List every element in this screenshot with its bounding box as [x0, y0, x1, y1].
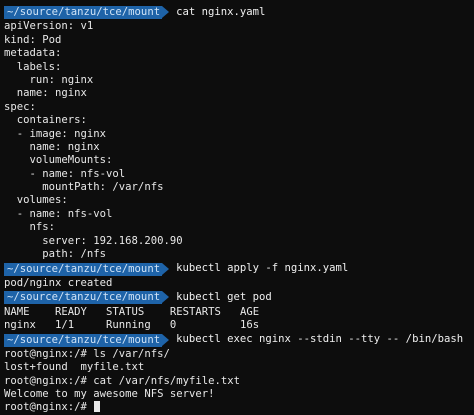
command-text: cat nginx.yaml	[176, 6, 266, 18]
table-row: nginx 1/1 Running 0 16s	[4, 318, 260, 331]
shell-prompt-text: root@nginx:/#	[4, 401, 94, 414]
output-line: spec:	[4, 100, 36, 113]
cursor	[94, 401, 101, 413]
output-line: kind: Pod	[4, 33, 62, 46]
shell-prompt-active[interactable]: root@nginx:/#	[4, 401, 474, 414]
output-line: - name: nfs-vol	[4, 167, 126, 180]
prompt-line-cat: ~/source/tanzu/tce/mount cat nginx.yaml	[4, 6, 474, 20]
shell-line: root@nginx:/# ls /var/nfs/	[4, 347, 170, 360]
prompt-path: ~/source/tanzu/tce/mount	[4, 262, 170, 276]
prompt-line-exec: ~/source/tanzu/tce/mount kubectl exec ng…	[4, 333, 474, 347]
output-line: volumes:	[4, 194, 68, 207]
table-header: NAME READY STATUS RESTARTS AGE	[4, 305, 260, 318]
output-line: containers:	[4, 114, 87, 127]
command-text: kubectl apply -f nginx.yaml	[176, 262, 349, 275]
shell-line: Welcome to my awesome NFS server!	[4, 387, 215, 400]
shell-line: lost+found myfile.txt	[4, 361, 145, 374]
output-line: name: nginx	[4, 140, 100, 153]
output-line: path: /nfs	[4, 248, 107, 261]
output-line: apiVersion: v1	[4, 20, 94, 33]
output-line: server: 192.168.200.90	[4, 234, 183, 247]
terminal-window[interactable]: ~/source/tanzu/tce/mount cat nginx.yaml …	[0, 0, 474, 414]
output-line: - name: nfs-vol	[4, 207, 113, 220]
prompt-path: ~/source/tanzu/tce/mount	[4, 333, 170, 347]
command-text: kubectl exec nginx --stdin --tty -- /bin…	[176, 333, 464, 346]
output-line: metadata:	[4, 47, 62, 60]
command-text: kubectl get pod	[176, 291, 272, 304]
prompt-line-get: ~/source/tanzu/tce/mount kubectl get pod	[4, 291, 474, 305]
output-line: - image: nginx	[4, 127, 107, 140]
output-line: run: nginx	[4, 73, 94, 86]
output-line: labels:	[4, 60, 62, 73]
output-line: volumeMounts:	[4, 154, 113, 167]
shell-line: root@nginx:/# cat /var/nfs/myfile.txt	[4, 374, 240, 387]
output-line: name: nginx	[4, 87, 87, 100]
prompt-path: ~/source/tanzu/tce/mount	[4, 291, 170, 305]
output-line: mountPath: /var/nfs	[4, 181, 164, 194]
prompt-path: ~/source/tanzu/tce/mount	[4, 6, 170, 20]
prompt-line-apply: ~/source/tanzu/tce/mount kubectl apply -…	[4, 262, 474, 276]
output-line: nfs:	[4, 221, 56, 234]
output-line: pod/nginx created	[4, 276, 113, 289]
